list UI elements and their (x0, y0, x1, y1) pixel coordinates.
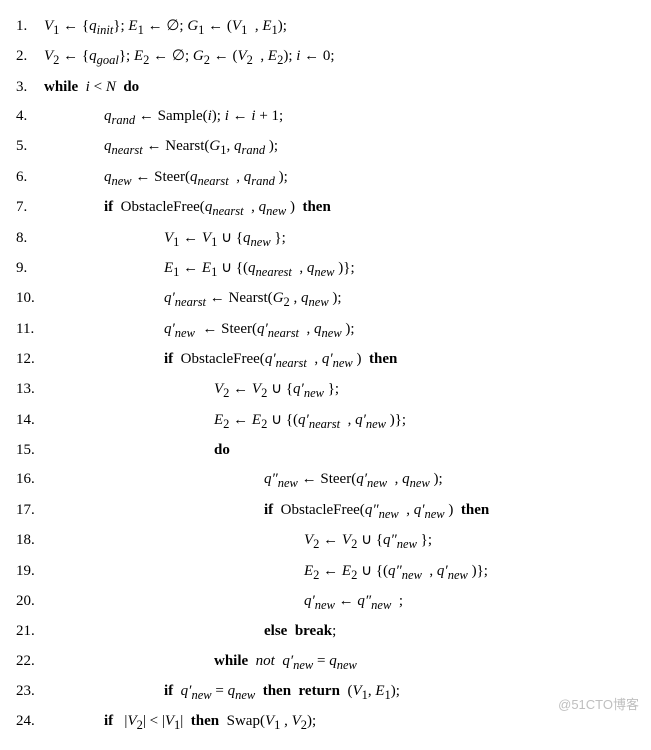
line-number: 15. (16, 436, 44, 465)
line-number: 5. (16, 132, 44, 161)
line-content: if |V2| < |V1| then Swap(V1 , V2); (44, 707, 635, 737)
line-number: 6. (16, 163, 44, 192)
line-content: while i < N do (44, 73, 635, 102)
pseudocode-line: 8.V1 ← V1 ∪ {qnew }; (16, 224, 635, 254)
line-content: V2 ← {qgoal}; E2 ← ∅; G2 ← (V2 , E2); i … (44, 42, 635, 72)
line-content: E2 ← E2 ∪ {(q″new , q′new )}; (44, 557, 635, 587)
pseudocode-line: 24.if |V2| < |V1| then Swap(V1 , V2); (16, 707, 635, 737)
line-content: q′new ← Steer(q′nearst , qnew ); (44, 315, 635, 345)
line-number: 11. (16, 315, 44, 344)
line-content: if ObstacleFree(q′nearst , q′new ) then (44, 345, 635, 375)
algorithm-pseudocode: 1.V1 ← {qinit}; E1 ← ∅; G1 ← (V1 , E1);2… (16, 12, 635, 738)
pseudocode-line: 13.V2 ← V2 ∪ {q′new }; (16, 375, 635, 405)
line-number: 18. (16, 526, 44, 555)
line-content: if ObstacleFree(qnearst , qnew ) then (44, 193, 635, 223)
line-number: 1. (16, 12, 44, 41)
pseudocode-line: 21.else break; (16, 617, 635, 646)
line-number: 7. (16, 193, 44, 222)
watermark-text: @51CTO博客 (558, 692, 639, 717)
pseudocode-line: 16.q″new ← Steer(q′new , qnew ); (16, 465, 635, 495)
line-number: 17. (16, 496, 44, 525)
pseudocode-line: 22.while not q′new = qnew (16, 647, 635, 677)
pseudocode-line: 18.V2 ← V2 ∪ {q″new }; (16, 526, 635, 556)
line-content: do (44, 436, 635, 465)
line-number: 21. (16, 617, 44, 646)
line-number: 23. (16, 677, 44, 706)
pseudocode-line: 1.V1 ← {qinit}; E1 ← ∅; G1 ← (V1 , E1); (16, 12, 635, 42)
pseudocode-line: 23.if q′new = qnew then return (V1, E1); (16, 677, 635, 707)
line-number: 2. (16, 42, 44, 71)
line-number: 19. (16, 557, 44, 586)
line-number: 9. (16, 254, 44, 283)
pseudocode-line: 11.q′new ← Steer(q′nearst , qnew ); (16, 315, 635, 345)
line-content: V2 ← V2 ∪ {q″new }; (44, 526, 635, 556)
line-content: E1 ← E1 ∪ {(qnearest , qnew )}; (44, 254, 635, 284)
line-number: 24. (16, 707, 44, 736)
pseudocode-line: 4.qrand ← Sample(i); i ← i + 1; (16, 102, 635, 132)
pseudocode-line: 15.do (16, 436, 635, 465)
line-content: V1 ← {qinit}; E1 ← ∅; G1 ← (V1 , E1); (44, 12, 635, 42)
line-content: q″new ← Steer(q′new , qnew ); (44, 465, 635, 495)
line-content: while not q′new = qnew (44, 647, 635, 677)
line-content: else break; (44, 617, 635, 646)
pseudocode-line: 17.if ObstacleFree(q″new , q′new ) then (16, 496, 635, 526)
pseudocode-line: 2.V2 ← {qgoal}; E2 ← ∅; G2 ← (V2 , E2); … (16, 42, 635, 72)
line-number: 4. (16, 102, 44, 131)
line-content: if ObstacleFree(q″new , q′new ) then (44, 496, 635, 526)
line-number: 10. (16, 284, 44, 313)
line-number: 12. (16, 345, 44, 374)
line-number: 22. (16, 647, 44, 676)
pseudocode-line: 6.qnew ← Steer(qnearst , qrand ); (16, 163, 635, 193)
line-content: qrand ← Sample(i); i ← i + 1; (44, 102, 635, 132)
line-number: 14. (16, 406, 44, 435)
line-content: qnearst ← Nearst(G1, qrand ); (44, 132, 635, 162)
line-number: 8. (16, 224, 44, 253)
pseudocode-line: 7.if ObstacleFree(qnearst , qnew ) then (16, 193, 635, 223)
line-content: q′nearst ← Nearst(G2 , qnew ); (44, 284, 635, 314)
pseudocode-line: 9.E1 ← E1 ∪ {(qnearest , qnew )}; (16, 254, 635, 284)
line-number: 3. (16, 73, 44, 102)
line-content: V1 ← V1 ∪ {qnew }; (44, 224, 635, 254)
pseudocode-line: 12.if ObstacleFree(q′nearst , q′new ) th… (16, 345, 635, 375)
pseudocode-line: 10.q′nearst ← Nearst(G2 , qnew ); (16, 284, 635, 314)
line-number: 20. (16, 587, 44, 616)
pseudocode-line: 3.while i < N do (16, 73, 635, 102)
line-content: if q′new = qnew then return (V1, E1); (44, 677, 635, 707)
pseudocode-line: 5.qnearst ← Nearst(G1, qrand ); (16, 132, 635, 162)
line-number: 16. (16, 465, 44, 494)
pseudocode-line: 20.q′new ← q″new ; (16, 587, 635, 617)
pseudocode-line: 19.E2 ← E2 ∪ {(q″new , q′new )}; (16, 557, 635, 587)
line-content: E2 ← E2 ∪ {(q′nearst , q′new )}; (44, 406, 635, 436)
line-content: qnew ← Steer(qnearst , qrand ); (44, 163, 635, 193)
line-content: q′new ← q″new ; (44, 587, 635, 617)
line-content: V2 ← V2 ∪ {q′new }; (44, 375, 635, 405)
line-number: 13. (16, 375, 44, 404)
pseudocode-line: 14.E2 ← E2 ∪ {(q′nearst , q′new )}; (16, 406, 635, 436)
